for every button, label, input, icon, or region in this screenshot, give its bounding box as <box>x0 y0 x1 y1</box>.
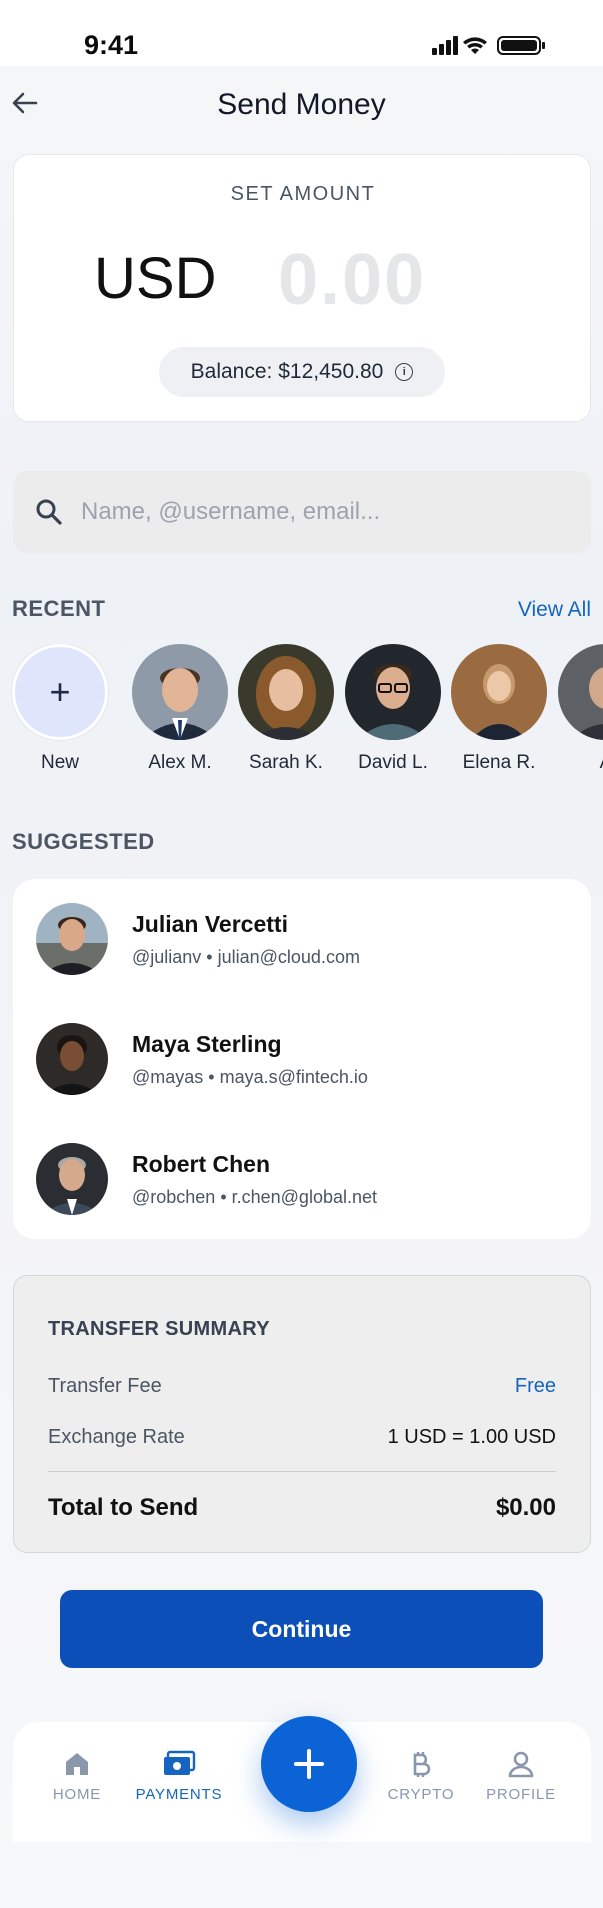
avatar <box>451 644 547 740</box>
total-label: Total to Send <box>48 1494 199 1521</box>
avatar <box>558 644 603 740</box>
summary-divider <box>48 1471 556 1472</box>
suggested-contact-julian[interactable]: Julian Vercetti @julianv • julian@cloud.… <box>13 879 591 979</box>
suggested-list: Julian Vercetti @julianv • julian@cloud.… <box>13 879 591 1239</box>
signal-icon <box>432 36 458 55</box>
set-amount-label: SET AMOUNT <box>230 183 376 205</box>
recent-name: A <box>551 752 603 774</box>
currency-code[interactable]: USD <box>94 245 216 312</box>
recent-name: David L. <box>358 752 428 773</box>
info-icon[interactable]: i <box>395 363 414 381</box>
plus-icon: + <box>12 644 108 740</box>
contact-name: Julian Vercetti <box>132 911 288 937</box>
rate-value: 1 USD = 1.00 USD <box>387 1426 556 1448</box>
plus-icon <box>294 1749 324 1779</box>
status-icons <box>432 36 545 55</box>
tab-payments[interactable]: PAYMENTS <box>124 1750 234 1803</box>
battery-icon <box>497 36 545 55</box>
avatar <box>36 1023 108 1095</box>
recent-new-label: New <box>40 752 79 773</box>
wifi-icon <box>463 37 487 54</box>
header: Send Money <box>0 66 603 154</box>
tab-profile[interactable]: PROFILE <box>466 1750 576 1803</box>
balance-pill[interactable]: Balance: $12,450.80 i <box>159 347 445 397</box>
contact-handle: @julianv • julian@cloud.com <box>132 947 360 967</box>
search-icon <box>36 499 62 525</box>
fee-value: Free <box>514 1375 556 1397</box>
recent-name: Alex M. <box>148 752 212 773</box>
amount-card: SET AMOUNT USD 0.00 Balance: $12,450.80 … <box>13 154 591 422</box>
avatar <box>36 903 108 975</box>
tab-crypto[interactable]: CRYPTO <box>366 1750 476 1803</box>
contact-name: Robert Chen <box>132 1151 270 1177</box>
contact-handle: @mayas • maya.s@fintech.io <box>132 1067 368 1087</box>
rate-label: Exchange Rate <box>48 1426 185 1448</box>
contact-handle: @robchen • r.chen@global.net <box>132 1187 377 1207</box>
status-bar: 9:41 <box>0 0 603 66</box>
contact-name: Maya Sterling <box>132 1031 282 1057</box>
search-box <box>13 471 591 553</box>
tab-home-label: HOME <box>52 1786 102 1803</box>
recent-contact-alex[interactable]: Alex M. <box>125 644 235 774</box>
total-value: $0.00 <box>495 1494 556 1521</box>
recent-new[interactable]: + New <box>5 644 115 774</box>
user-icon <box>508 1751 534 1778</box>
exchange-rate-row: Exchange Rate 1 USD = 1.00 USD <box>48 1426 556 1449</box>
fee-label: Transfer Fee <box>48 1375 162 1397</box>
balance-text: Balance: $12,450.80 <box>190 360 384 383</box>
tab-payments-label: PAYMENTS <box>135 1786 223 1803</box>
recent-contact-partial[interactable]: A <box>551 644 603 774</box>
suggested-contact-maya[interactable]: Maya Sterling @mayas • maya.s@fintech.io <box>13 999 591 1099</box>
recent-name: Elena R. <box>462 752 536 773</box>
amount-input[interactable]: 0.00 <box>278 239 426 321</box>
view-all-link[interactable]: View All <box>518 598 591 622</box>
tab-profile-label: PROFILE <box>486 1786 556 1803</box>
total-row: Total to Send $0.00 <box>48 1494 556 1522</box>
avatar <box>345 644 441 740</box>
transfer-fee-row: Transfer Fee Free <box>48 1375 556 1398</box>
recent-contact-sarah[interactable]: Sarah K. <box>231 644 341 774</box>
suggested-contact-robert[interactable]: Robert Chen @robchen • r.chen@global.net <box>13 1119 591 1219</box>
recent-name: Sarah K. <box>249 752 323 773</box>
add-button[interactable] <box>261 1716 357 1812</box>
tab-home[interactable]: HOME <box>22 1750 132 1803</box>
payments-icon <box>164 1750 196 1775</box>
continue-button[interactable]: Continue <box>60 1590 543 1668</box>
status-time: 9:41 <box>84 30 139 60</box>
suggested-title: SUGGESTED <box>12 829 155 854</box>
avatar <box>238 644 334 740</box>
recent-title: RECENT <box>12 596 106 621</box>
search-input[interactable] <box>81 498 561 526</box>
tab-crypto-label: CRYPTO <box>387 1786 455 1803</box>
avatar <box>36 1143 108 1215</box>
recent-contacts: + New Alex M. Sarah K. David L. Elena R. <box>0 644 603 784</box>
transfer-summary: TRANSFER SUMMARY Transfer Fee Free Excha… <box>13 1275 591 1553</box>
page-title: Send Money <box>217 88 386 121</box>
home-icon <box>66 1753 88 1775</box>
recent-contact-elena[interactable]: Elena R. <box>444 644 554 774</box>
summary-title: TRANSFER SUMMARY <box>48 1318 270 1340</box>
recent-contact-david[interactable]: David L. <box>338 644 448 774</box>
bitcoin-icon <box>413 1752 431 1777</box>
avatar <box>132 644 228 740</box>
